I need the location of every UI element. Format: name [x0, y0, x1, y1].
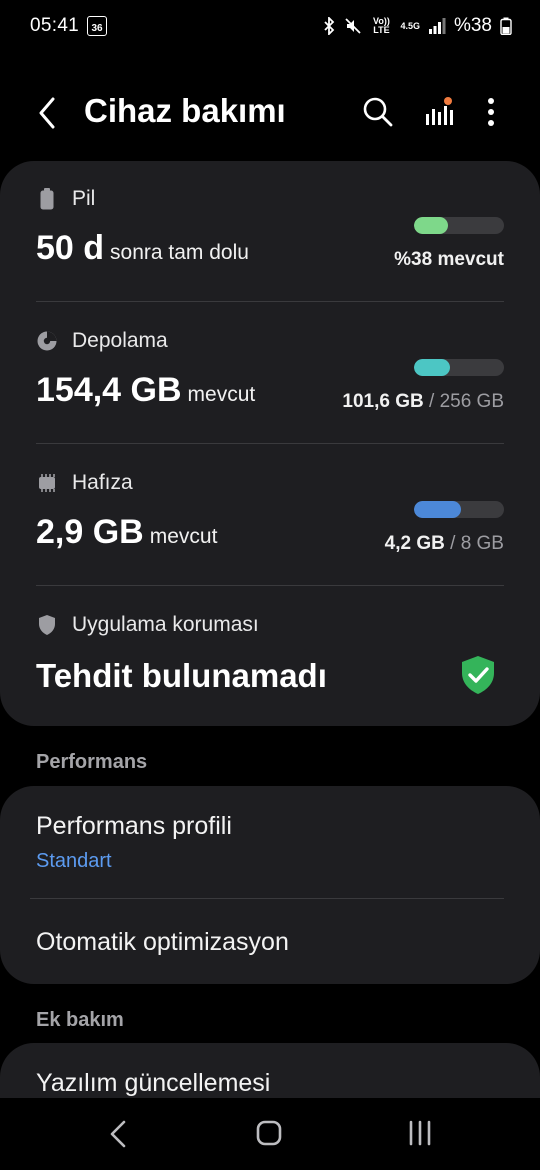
screen: 05:41 36 Vo)) LTE 4.5G %38 Cihaz bakımı	[0, 0, 540, 1170]
storage-used: 101,6 GB	[342, 391, 424, 412]
storage-usage: 101,6 GB / 256 GB	[342, 391, 504, 413]
battery-value: 50 d sonra tam dolu	[36, 229, 249, 268]
memory-free-suffix: mevcut	[149, 525, 218, 548]
battery-time-suffix: sonra tam dolu	[110, 241, 249, 264]
nav-home-icon	[256, 1120, 282, 1146]
memory-bar	[414, 501, 504, 518]
storage-total: 256 GB	[439, 391, 504, 412]
divider	[36, 301, 504, 302]
signal-icon	[428, 18, 446, 34]
battery-time-value: 50 d	[36, 229, 105, 267]
nav-back-icon	[110, 1120, 126, 1148]
storage-row[interactable]: Depolama 154,4 GB mevcut 101,6 GB / 256 G…	[36, 329, 504, 444]
performance-profile-value: Standart	[36, 850, 112, 872]
memory-label: Hafıza	[72, 471, 133, 494]
memory-total: 8 GB	[460, 533, 504, 554]
battery-charging-icon	[500, 17, 512, 35]
divider	[36, 585, 504, 586]
app-protection-label-group: Uygulama koruması	[36, 613, 504, 637]
mute-icon	[345, 18, 362, 34]
status-time: 05:41	[30, 15, 80, 36]
memory-value: 2,9 GB mevcut	[36, 513, 217, 552]
storage-free-value: 154,4 GB	[36, 371, 182, 409]
battery-available: %38 mevcut	[394, 249, 504, 270]
storage-label-group: Depolama	[36, 329, 504, 353]
auto-optimization-item[interactable]: Otomatik optimizasyon	[0, 899, 540, 984]
device-status-card: Pil 50 d sonra tam dolu %38 mevcut Depola…	[0, 161, 540, 726]
storage-bar-fill	[414, 359, 450, 376]
memory-free-value: 2,9 GB	[36, 513, 144, 551]
memory-label-group: Hafıza	[36, 471, 504, 495]
performance-card: Performans profili Standart Otomatik opt…	[0, 786, 540, 984]
shield-check-icon	[460, 655, 496, 695]
battery-percent: %38	[453, 15, 492, 36]
storage-value: 154,4 GB mevcut	[36, 371, 255, 410]
battery-bar	[414, 217, 504, 234]
memory-bar-fill	[414, 501, 461, 518]
storage-label: Depolama	[72, 329, 168, 352]
performance-profile-item[interactable]: Performans profili Standart	[0, 786, 540, 898]
battery-label-group: Pil	[36, 187, 504, 211]
memory-row[interactable]: Hafıza 2,9 GB mevcut 4,2 GB / 8 GB	[36, 471, 504, 586]
storage-separator: /	[423, 391, 440, 412]
battery-icon	[36, 188, 58, 210]
back-button[interactable]	[30, 95, 64, 131]
divider	[36, 443, 504, 444]
battery-bar-fill	[414, 217, 449, 234]
volte-indicator: Vo)) LTE	[373, 16, 390, 35]
memory-usage: 4,2 GB / 8 GB	[385, 533, 504, 555]
search-icon	[363, 97, 393, 127]
performance-section-header: Performans	[36, 751, 148, 773]
notification-dot-icon	[444, 97, 452, 105]
memory-chip-icon	[36, 472, 58, 494]
app-bar: Cihaz bakımı	[0, 80, 540, 146]
chevron-left-icon	[39, 97, 55, 129]
search-button[interactable]	[360, 94, 396, 130]
more-vertical-icon	[488, 98, 494, 126]
storage-free-suffix: mevcut	[187, 383, 256, 406]
page-title: Cihaz bakımı	[84, 92, 286, 129]
memory-separator: /	[444, 533, 461, 554]
navigation-bar	[0, 1098, 540, 1170]
storage-bar	[414, 359, 504, 376]
network-type-indicator: 4.5G	[400, 20, 420, 31]
status-bar: 05:41 36 Vo)) LTE 4.5G %38	[0, 0, 540, 52]
app-protection-label: Uygulama koruması	[72, 613, 259, 636]
nav-recents-button[interactable]	[405, 1118, 435, 1148]
battery-row[interactable]: Pil 50 d sonra tam dolu %38 mevcut	[36, 187, 504, 302]
more-options-button[interactable]	[478, 94, 504, 130]
software-update-item[interactable]: Yazılım güncellemesi	[36, 1069, 270, 1098]
auto-optimization-title: Otomatik optimizasyon	[36, 928, 289, 956]
threat-status: Tehdit bulunamadı	[36, 657, 327, 694]
app-protection-row[interactable]: Uygulama koruması Tehdit bulunamadı	[36, 613, 504, 713]
battery-label: Pil	[72, 187, 96, 210]
nav-home-button[interactable]	[254, 1118, 284, 1148]
bluetooth-icon	[324, 17, 335, 35]
nav-back-button[interactable]	[104, 1118, 132, 1150]
shield-icon	[36, 614, 58, 636]
notification-badge-icon: 36	[87, 16, 108, 36]
performance-profile-title: Performans profili	[36, 812, 232, 840]
extra-care-section-header: Ek bakım	[36, 1009, 124, 1031]
nav-recents-icon	[409, 1120, 431, 1146]
memory-used: 4,2 GB	[384, 533, 445, 554]
pie-chart-icon	[36, 330, 58, 352]
